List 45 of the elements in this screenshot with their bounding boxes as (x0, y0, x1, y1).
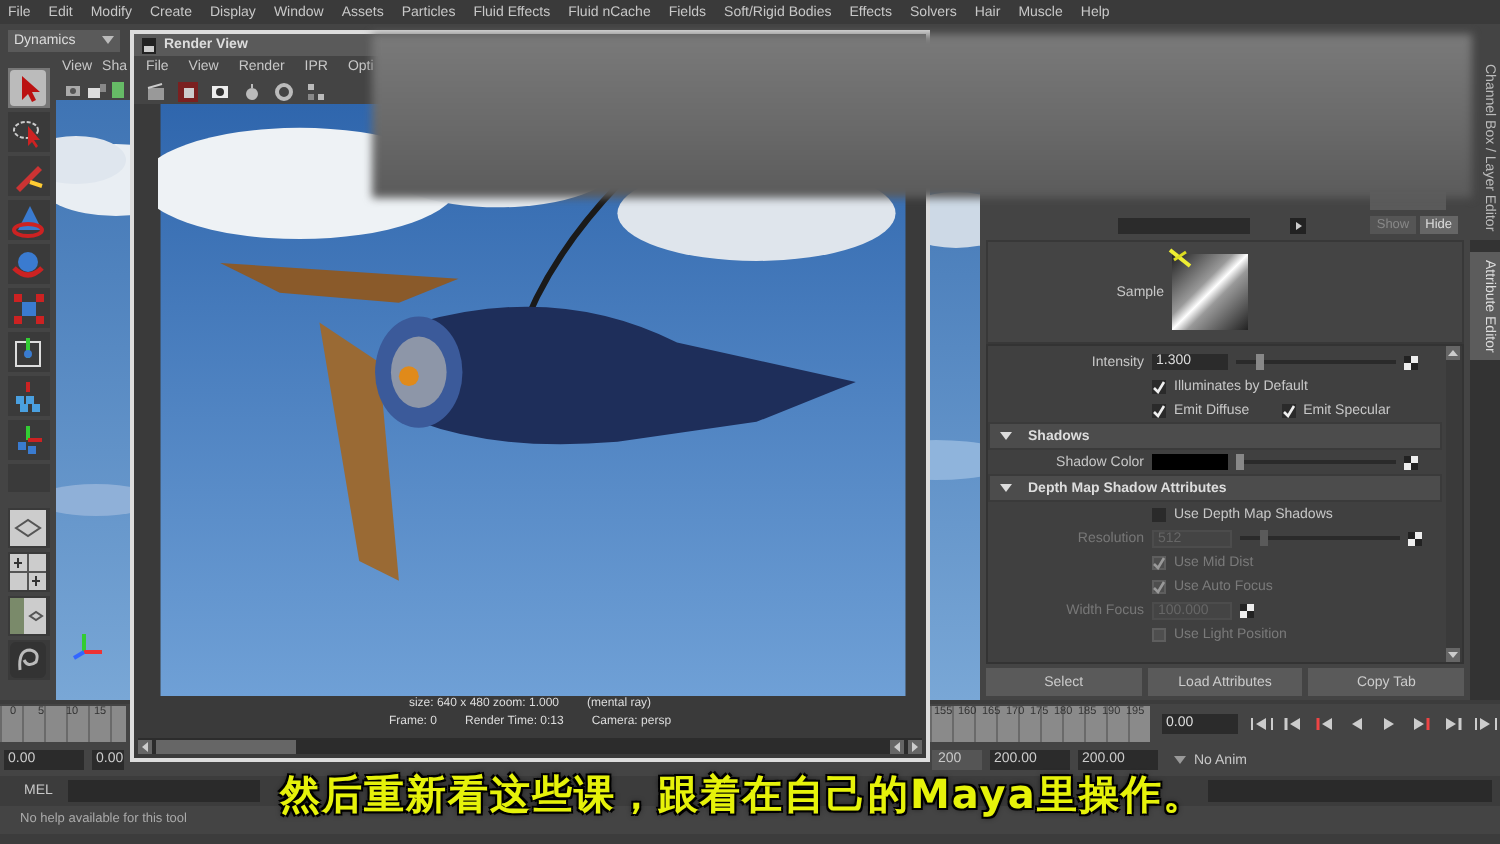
skip-start-icon[interactable] (1250, 716, 1274, 732)
cubes-icon[interactable] (10, 378, 46, 414)
two-pane-icon[interactable] (10, 598, 46, 634)
scroll-down-icon[interactable] (1446, 648, 1460, 662)
four-pane-icon[interactable] (10, 554, 46, 590)
render-region-icon[interactable] (178, 81, 198, 101)
cube-frame-icon[interactable] (10, 334, 46, 370)
sample-swatch (1172, 254, 1248, 330)
map-button-icon[interactable] (1404, 455, 1418, 469)
expand-triangle-icon (1000, 482, 1012, 494)
caret-icon[interactable] (102, 36, 114, 44)
step-back-key-icon[interactable] (1314, 716, 1338, 732)
map-button-icon[interactable] (1408, 531, 1422, 545)
scroll-up-icon[interactable] (1446, 346, 1460, 360)
step-key-icon[interactable] (1410, 716, 1434, 732)
subtitle: 然后重新看这些课，跟着在自己的Maya里操作。 (280, 774, 1205, 816)
scrollbar[interactable] (1446, 346, 1462, 662)
axis-icon (72, 632, 104, 660)
window-icon (142, 37, 156, 53)
refresh-icon[interactable] (274, 81, 294, 101)
slider-thumb[interactable] (1236, 454, 1244, 470)
step-back-icon[interactable] (1282, 716, 1306, 732)
caret-icon (1174, 756, 1186, 764)
step-forward-icon[interactable] (1442, 716, 1466, 732)
outliner-icon[interactable] (10, 642, 46, 678)
split-icon[interactable] (306, 81, 326, 101)
snapshot-icon[interactable] (210, 81, 230, 101)
scroll-left-icon[interactable] (138, 739, 152, 753)
sphere-icon[interactable] (10, 246, 46, 282)
camera-icon[interactable] (64, 81, 82, 97)
camera-lock-icon[interactable] (88, 81, 106, 97)
slider-thumb[interactable] (1256, 354, 1265, 370)
scrollbar[interactable] (138, 738, 922, 754)
single-pane-icon[interactable] (10, 510, 46, 546)
expand-triangle-icon (1000, 430, 1012, 442)
scroll-right-icon[interactable] (908, 739, 922, 753)
map-button-icon[interactable] (1404, 355, 1418, 369)
clapper-icon[interactable] (146, 81, 166, 101)
color-swatch[interactable] (1152, 454, 1228, 470)
skip-end-icon[interactable] (1474, 716, 1498, 732)
panel-icon[interactable] (112, 81, 124, 97)
name-field[interactable] (1118, 218, 1250, 234)
map-button-icon[interactable] (1240, 603, 1254, 617)
arrow-button-icon[interactable] (1290, 218, 1306, 234)
scroll-left-icon[interactable] (890, 739, 904, 753)
